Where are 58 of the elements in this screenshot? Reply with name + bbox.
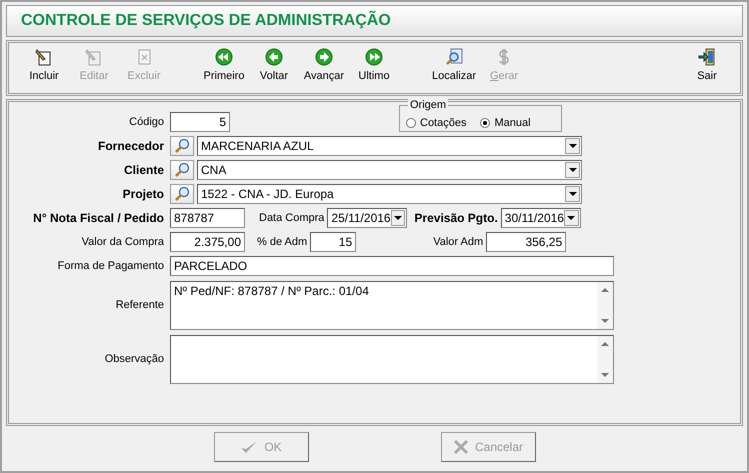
search-button[interactable] <box>170 184 194 204</box>
field-label: Valor Adm <box>432 236 484 248</box>
search-icon <box>174 186 190 202</box>
field-label: Projeto <box>122 187 165 201</box>
magnifier-document-icon <box>445 48 463 66</box>
toolbar-button[interactable]: Voltar <box>249 48 299 93</box>
text-area[interactable] <box>170 334 614 384</box>
search-button[interactable] <box>170 160 194 180</box>
radio-button[interactable]: Manual <box>480 116 531 128</box>
combo-box[interactable]: MARCENARIA AZUL <box>197 136 582 156</box>
date-picker[interactable]: 30/11/2016 <box>500 208 581 228</box>
toolbar-button[interactable]: Avançar <box>299 48 349 93</box>
search-icon <box>174 138 190 154</box>
field-label: Cliente <box>122 163 165 177</box>
search-icon <box>174 162 190 178</box>
group-label: Origem <box>408 98 448 110</box>
toolbar-button[interactable]: Localizar <box>429 48 479 93</box>
input-field[interactable]: 5 <box>170 112 230 132</box>
field-label: N° Nota Fiscal / Pedido <box>32 211 165 225</box>
field-label: Referente <box>114 299 165 311</box>
combo-box[interactable]: 1522 - CNA - JD. Europa <box>197 184 582 204</box>
dropdown-button[interactable] <box>565 186 580 202</box>
input-field[interactable]: 2.375,00 <box>170 232 245 252</box>
radio-circle[interactable] <box>480 118 490 128</box>
field-label: Observação <box>104 353 165 365</box>
toolbar-button[interactable]: Primeiro <box>199 48 249 93</box>
exit-door-icon <box>698 48 716 66</box>
cross-icon <box>452 439 469 455</box>
window-title: CONTROLE DE SERVIÇOS DE ADMINISTRAÇÃO <box>21 12 391 30</box>
field-label: Fornecedor <box>96 139 165 153</box>
document-pencil-icon <box>35 48 53 66</box>
dropdown-button[interactable] <box>564 210 579 226</box>
toolbar-button[interactable]: Ultimo <box>349 48 399 93</box>
dropdown-button[interactable] <box>390 210 406 226</box>
toolbar-button[interactable]: Sair <box>682 48 732 93</box>
field-label: Valor da Compra <box>80 236 165 248</box>
document-pencil-icon <box>85 48 103 66</box>
input-field[interactable]: 878787 <box>170 208 245 228</box>
input-field[interactable]: PARCELADO <box>170 256 614 276</box>
dropdown-button[interactable] <box>565 138 580 154</box>
input-field[interactable]: 356,25 <box>486 232 566 252</box>
scrollbar[interactable] <box>597 336 613 382</box>
field-label: Data Compra <box>258 212 326 224</box>
text-area[interactable]: Nº Ped/NF: 878787 / Nº Parc.: 01/04 <box>170 280 614 330</box>
dropdown-button[interactable] <box>565 162 580 178</box>
scrollbar[interactable] <box>597 282 613 328</box>
field-label: Forma de Pagamento <box>56 260 165 272</box>
field-label: Código <box>128 116 165 128</box>
check-icon <box>240 439 258 455</box>
date-picker[interactable]: 25/11/2016 <box>327 208 408 228</box>
field-label: Previsão Pgto. <box>413 211 499 225</box>
combo-box[interactable]: CNA <box>197 160 582 180</box>
search-button[interactable] <box>170 136 194 156</box>
input-field[interactable]: 15 <box>310 232 356 252</box>
field-label: % de Adm <box>256 236 308 248</box>
toolbar-button[interactable]: Incluir <box>19 48 69 93</box>
radio-circle[interactable] <box>406 118 416 128</box>
radio-button[interactable]: Cotações <box>406 116 466 128</box>
